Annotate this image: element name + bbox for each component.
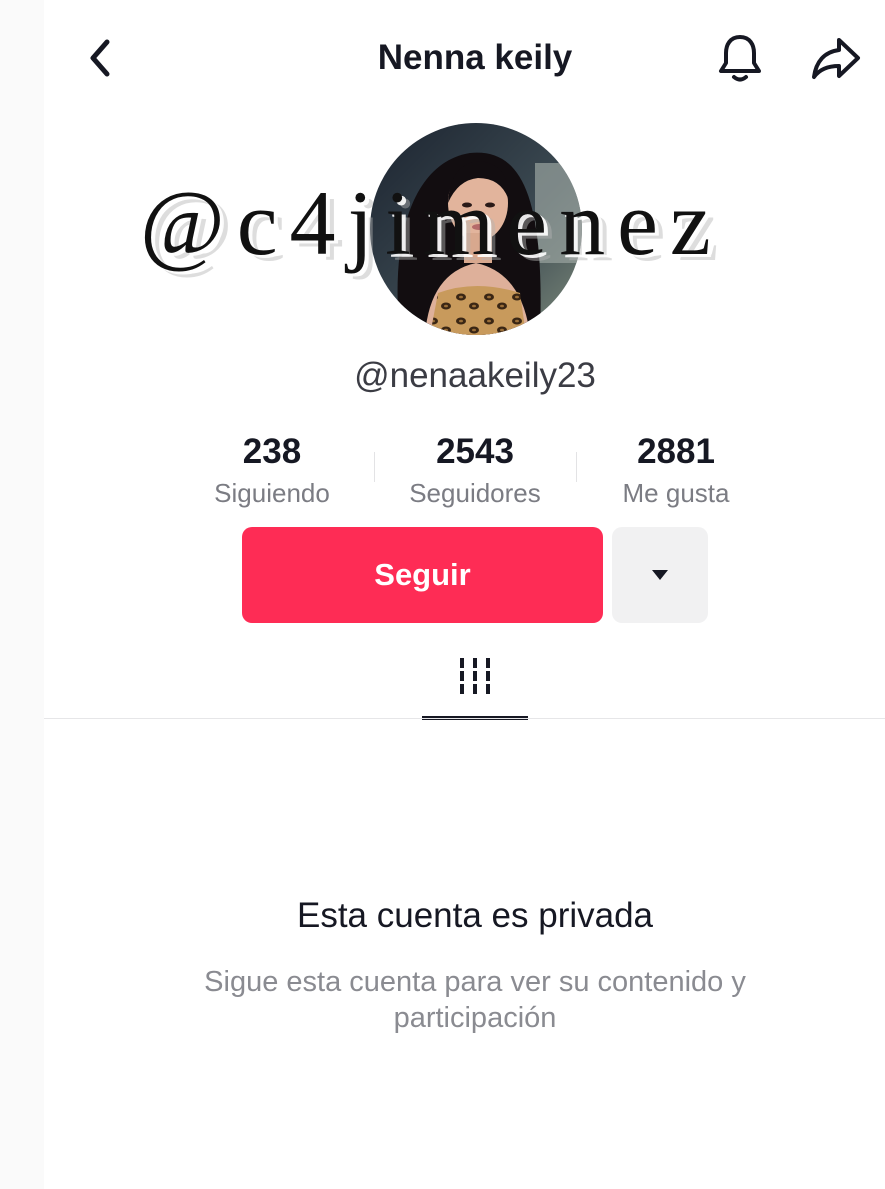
likes-count: 2881 [637, 432, 715, 471]
profile-stats: 238 Siguiendo 2543 Seguidores 2881 Me gu… [0, 430, 885, 520]
videos-grid-icon [460, 658, 490, 694]
private-account-title: Esta cuenta es privada [296, 896, 654, 935]
avatar-photo [370, 123, 582, 335]
caret-down-icon [652, 570, 668, 580]
private-account-description: Sigue esta cuenta para ver su contenido … [204, 966, 746, 1034]
share-button[interactable] [808, 32, 864, 84]
followers-label: Seguidores [409, 478, 541, 508]
profile-username: @nenaakeily23 [354, 356, 596, 395]
following-label: Siguiendo [214, 478, 330, 508]
tab-videos[interactable] [422, 648, 528, 720]
left-margin-strip [0, 0, 44, 1189]
stat-following[interactable]: 238 Siguiendo [172, 430, 372, 509]
suggested-accounts-button[interactable] [612, 527, 708, 623]
likes-label: Me gusta [622, 478, 730, 508]
notifications-button[interactable] [714, 32, 766, 84]
header-bar: Nenna keily [0, 0, 885, 120]
share-arrow-icon [812, 38, 860, 79]
bell-icon [719, 35, 761, 82]
following-count: 238 [242, 432, 302, 471]
followers-count: 2543 [436, 432, 514, 471]
stat-followers[interactable]: 2543 Seguidores [375, 430, 575, 509]
stat-likes: 2881 Me gusta [576, 430, 776, 509]
tab-divider [44, 718, 885, 719]
follow-button[interactable]: Seguir [242, 527, 603, 623]
profile-avatar[interactable] [370, 123, 582, 335]
